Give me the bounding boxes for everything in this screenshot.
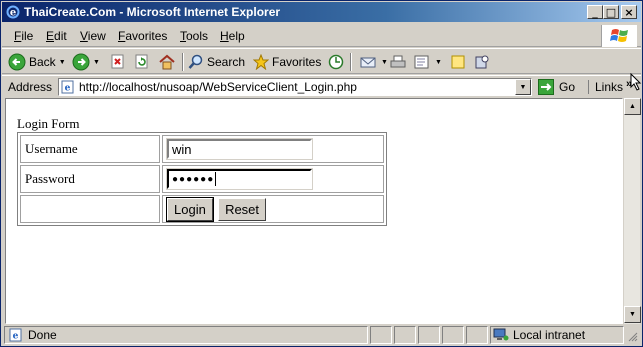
mail-button[interactable]: ▼ <box>360 52 388 72</box>
vertical-scrollbar[interactable]: ▲ ▼ <box>623 98 641 324</box>
form-title: Login Form <box>17 116 80 131</box>
search-icon <box>188 54 203 69</box>
menu-edit[interactable]: Edit <box>46 29 67 43</box>
address-input[interactable]: e http://localhost/nusoap/WebServiceClie… <box>58 78 532 96</box>
standard-toolbar: Back ▼ ▼ Search Favorites ▼ ▼ <box>2 48 641 74</box>
edit-button[interactable]: ▼ <box>414 52 442 72</box>
address-url: http://localhost/nusoap/WebServiceClient… <box>79 80 357 94</box>
table-row: Password ●●●●●● <box>20 165 384 193</box>
search-button[interactable]: Search <box>188 52 245 72</box>
reset-button[interactable]: Reset <box>218 197 267 221</box>
back-dropdown-icon[interactable]: ▼ <box>59 59 66 66</box>
star-icon <box>253 54 269 70</box>
edit-dropdown-icon[interactable]: ▼ <box>435 59 442 66</box>
windows-flag-icon <box>609 29 628 42</box>
title-bar[interactable]: e ThaiCreate.Com - Microsoft Internet Ex… <box>2 2 641 22</box>
messenger-button[interactable] <box>474 52 490 72</box>
scroll-up-icon[interactable]: ▲ <box>624 98 641 115</box>
stop-icon <box>111 54 124 69</box>
status-pane <box>442 326 464 344</box>
username-input[interactable]: win <box>166 138 313 160</box>
windows-logo <box>601 25 637 47</box>
scroll-down-icon[interactable]: ▼ <box>624 306 641 323</box>
forward-button[interactable]: ▼ <box>72 52 100 72</box>
home-button[interactable] <box>158 52 176 72</box>
close-button[interactable]: × <box>621 5 637 19</box>
maximize-button[interactable]: □ <box>603 5 619 19</box>
menu-file[interactable]: File <box>14 29 33 43</box>
media-button[interactable] <box>328 52 344 72</box>
table-row: Login Reset <box>20 195 384 223</box>
zone-cell: Local intranet <box>490 326 624 344</box>
svg-text:e: e <box>13 332 19 342</box>
password-label: Password <box>20 165 160 193</box>
status-text: Done <box>28 328 57 342</box>
print-button[interactable] <box>390 52 406 72</box>
address-label: Address <box>8 80 53 94</box>
password-input[interactable]: ●●●●●● <box>166 168 313 190</box>
address-bar: Address e http://localhost/nusoap/WebSer… <box>2 75 641 97</box>
go-button[interactable]: Go <box>538 78 575 96</box>
mail-dropdown-icon[interactable]: ▼ <box>381 59 388 66</box>
ie-icon: e <box>6 5 20 19</box>
printer-icon <box>390 55 406 68</box>
status-pane <box>394 326 416 344</box>
links-toolbar[interactable]: Links <box>588 80 623 94</box>
media-icon <box>328 54 344 70</box>
buttons-cell: Login Reset <box>162 195 384 223</box>
discuss-button[interactable] <box>450 52 466 72</box>
forward-arrow-icon <box>72 53 90 71</box>
empty-cell <box>20 195 160 223</box>
menu-favorites[interactable]: Favorites <box>118 29 167 43</box>
username-cell: win <box>162 135 384 163</box>
table-row: Username win <box>20 135 384 163</box>
status-pane <box>466 326 488 344</box>
status-pane <box>370 326 392 344</box>
resize-grip-icon[interactable] <box>628 332 638 342</box>
svg-text:e: e <box>65 84 71 94</box>
browser-window: e ThaiCreate.Com - Microsoft Internet Ex… <box>0 0 643 347</box>
status-pane <box>418 326 440 344</box>
intranet-icon <box>493 328 509 341</box>
status-text-cell: e Done <box>4 326 368 344</box>
username-label: Username <box>20 135 160 163</box>
done-page-icon: e <box>9 328 22 342</box>
window-title: ThaiCreate.Com - Microsoft Internet Expl… <box>24 5 281 19</box>
mouse-cursor-icon <box>630 73 642 91</box>
mail-icon <box>360 57 376 68</box>
menu-view[interactable]: View <box>80 29 106 43</box>
back-arrow-icon <box>8 53 26 71</box>
refresh-button[interactable] <box>134 52 150 72</box>
back-button[interactable]: Back ▼ <box>8 52 66 72</box>
zone-text: Local intranet <box>513 328 586 342</box>
password-cell: ●●●●●● <box>162 165 384 193</box>
page-icon: e <box>61 80 74 94</box>
menu-tools[interactable]: Tools <box>180 29 208 43</box>
toolbar-separator <box>350 53 352 71</box>
status-bar: e Done Local intranet <box>2 324 641 346</box>
menu-help[interactable]: Help <box>220 29 245 43</box>
minimize-icon: _ <box>592 5 598 19</box>
stop-button[interactable] <box>110 52 126 72</box>
research-icon <box>475 55 489 69</box>
login-table: Username win Password ●●●●●● Login Reset <box>17 132 387 226</box>
forward-dropdown-icon[interactable]: ▼ <box>93 59 100 66</box>
menu-bar: File Edit View Favorites Tools Help <box>2 23 641 47</box>
page-content: Login Form Username win Password ●●●●●● … <box>5 98 623 324</box>
login-button[interactable]: Login <box>166 196 214 222</box>
close-icon: × <box>624 5 634 19</box>
edit-page-icon <box>414 55 429 69</box>
svg-text:e: e <box>10 8 16 19</box>
go-arrow-icon <box>538 79 554 95</box>
note-icon <box>451 55 465 69</box>
minimize-button[interactable]: _ <box>587 5 603 19</box>
address-dropdown-icon[interactable]: ▼ <box>515 79 531 95</box>
refresh-icon <box>135 54 148 69</box>
maximize-icon: □ <box>605 5 617 19</box>
home-icon <box>159 54 175 70</box>
favorites-button[interactable]: Favorites <box>253 52 321 72</box>
toolbar-separator <box>182 53 184 71</box>
